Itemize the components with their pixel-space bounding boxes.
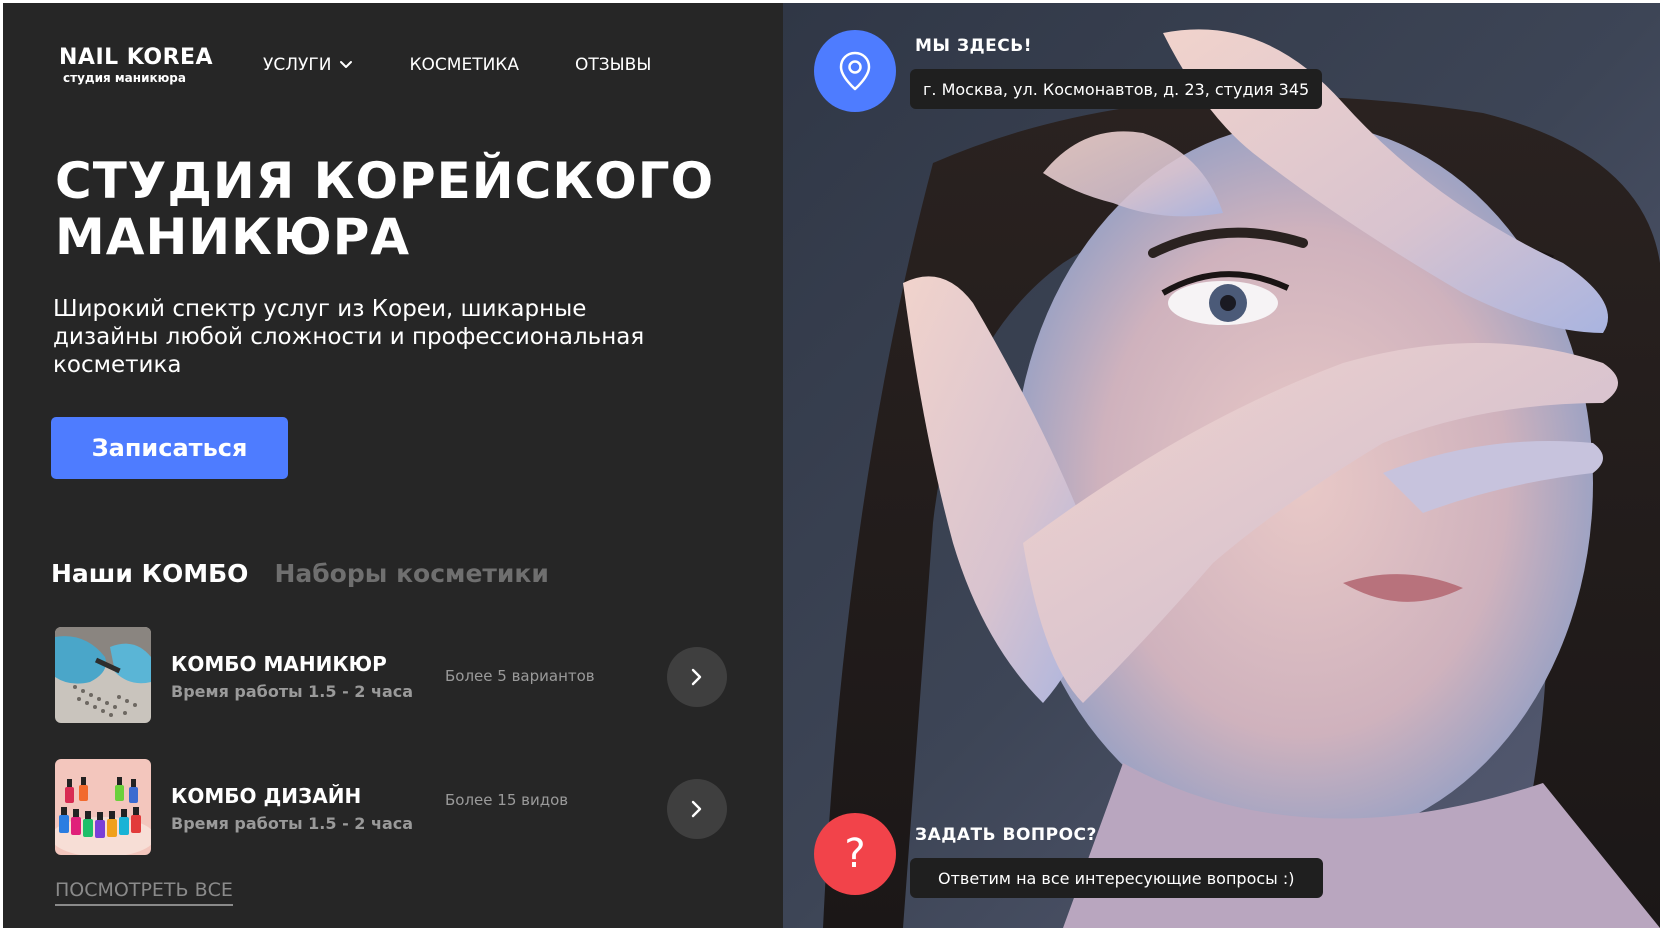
chevron-right-icon [691,800,702,818]
hero-photo-panel: МЫ ЗДЕСЬ! г. Москва, ул. Космонавтов, д.… [783,3,1660,928]
question-label: ЗАДАТЬ ВОПРОС? [915,825,1097,845]
see-all-link[interactable]: ПОСМОТРЕТЬ ВСЕ [55,879,233,906]
manicure-photo-icon [55,627,151,723]
nav-item-reviews[interactable]: ОТЗЫВЫ [575,55,651,75]
hero-title-line-1: СТУДИЯ КОРЕЙСКОГО [55,152,715,210]
combo-item-design[interactable]: КОМБО ДИЗАЙН Время работы 1.5 - 2 часа Б… [55,759,727,855]
combo-open-button[interactable] [667,779,727,839]
question-pill[interactable]: Ответим на все интересующие вопросы :) [910,858,1323,898]
nav-item-label: УСЛУГИ [263,55,332,75]
left-panel: NAIL KOREA студия маникюра УСЛУГИ КОСМЕТ… [3,3,783,928]
book-button[interactable]: Записаться [51,417,288,479]
combo-item-manicure[interactable]: КОМБО МАНИКЮР Время работы 1.5 - 2 часа … [55,627,727,723]
ask-question-button[interactable]: ? [814,813,896,895]
logo[interactable]: NAIL KOREA студия маникюра [59,45,213,85]
nav-item-label: ОТЗЫВЫ [575,55,652,75]
nav-item-cosmetics[interactable]: КОСМЕТИКА [409,55,519,75]
combo-open-button[interactable] [667,647,727,707]
hero-title-line-2: МАНИКЮРА [55,208,411,266]
hero-photo [783,3,1660,928]
tab-cosmetic-sets[interactable]: Наборы косметики [274,559,548,588]
hero-title: СТУДИЯ КОРЕЙСКОГО МАНИКЮРА [55,153,755,265]
hero-subtitle: Широкий спектр услуг из Кореи, шикарные … [53,296,645,378]
location-pin-icon [839,51,871,91]
chevron-down-icon [340,61,353,68]
nail-polish-photo-icon [55,759,151,855]
combo-name: КОМБО МАНИКЮР [171,652,387,676]
main-nav: УСЛУГИ КОСМЕТИКА ОТЗЫВЫ [263,55,707,75]
page-frame: NAIL KOREA студия маникюра УСЛУГИ КОСМЕТ… [3,3,1660,928]
question-icon: ? [844,831,866,877]
combo-name: КОМБО ДИЗАЙН [171,784,362,808]
logo-subtitle: студия маникюра [63,71,186,85]
nav-item-services[interactable]: УСЛУГИ [263,55,353,75]
chevron-right-icon [691,668,702,686]
logo-title: NAIL KOREA [59,45,214,70]
combo-variants-count: Более 15 видов [445,791,569,809]
combo-duration: Время работы 1.5 - 2 часа [171,682,414,701]
nav-item-label: КОСМЕТИКА [409,55,519,75]
combo-duration: Время работы 1.5 - 2 часа [171,814,414,833]
combo-tabs: Наши КОМБО Наборы косметики [51,559,575,588]
address-pill: г. Москва, ул. Космонавтов, д. 23, студи… [910,69,1323,109]
location-label: МЫ ЗДЕСЬ! [915,36,1032,56]
combo-variants-count: Более 5 вариантов [445,667,595,685]
location-button[interactable] [814,30,896,112]
tab-combos[interactable]: Наши КОМБО [51,559,248,588]
